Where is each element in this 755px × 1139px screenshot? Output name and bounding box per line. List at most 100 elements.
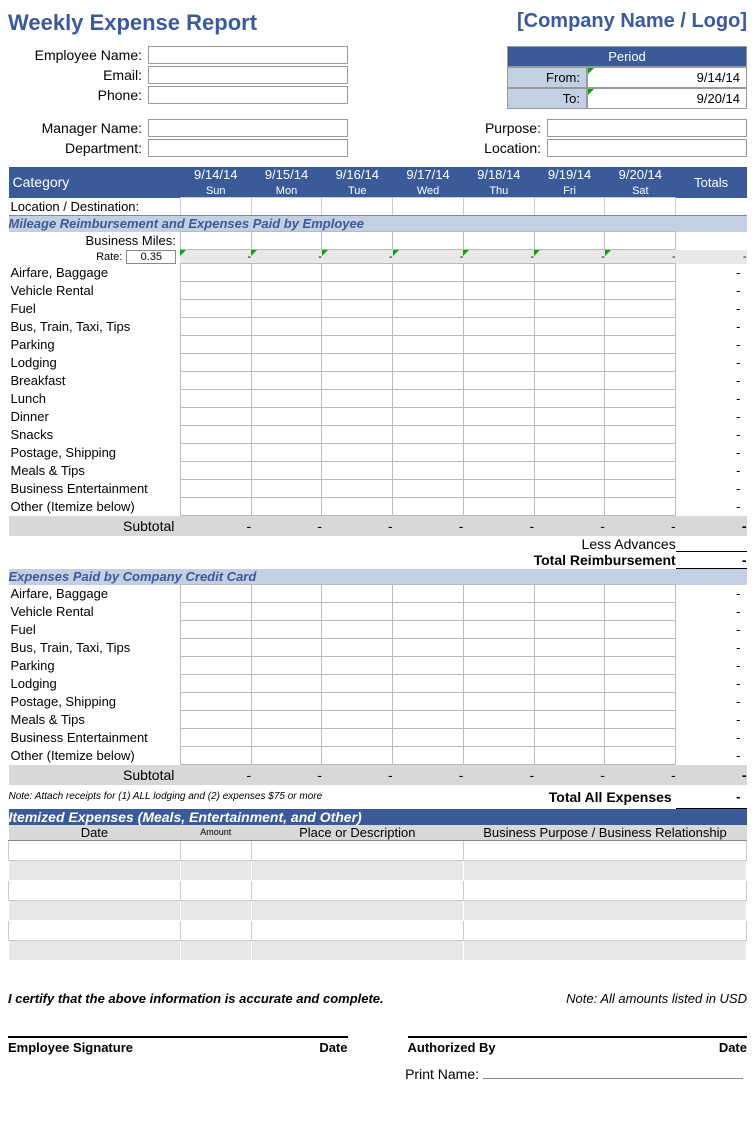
cell[interactable]: [605, 198, 676, 216]
cell[interactable]: [393, 729, 464, 747]
cell[interactable]: [322, 711, 393, 729]
cell[interactable]: [180, 372, 251, 390]
cell[interactable]: [322, 372, 393, 390]
cell[interactable]: [251, 444, 322, 462]
cell[interactable]: [393, 426, 464, 444]
email-input[interactable]: [148, 66, 348, 84]
cell[interactable]: [605, 675, 676, 693]
cell[interactable]: [393, 264, 464, 282]
cell[interactable]: [251, 621, 322, 639]
cell[interactable]: [605, 639, 676, 657]
cell[interactable]: [605, 408, 676, 426]
cell[interactable]: [393, 585, 464, 603]
cell[interactable]: [251, 675, 322, 693]
cell[interactable]: [463, 657, 534, 675]
itemized-row[interactable]: [9, 861, 747, 881]
cell[interactable]: [605, 372, 676, 390]
cell[interactable]: [322, 336, 393, 354]
cell[interactable]: [605, 426, 676, 444]
cell[interactable]: [605, 729, 676, 747]
cell[interactable]: [251, 318, 322, 336]
cell[interactable]: [393, 336, 464, 354]
cell[interactable]: [322, 480, 393, 498]
cell[interactable]: [251, 603, 322, 621]
cell[interactable]: [180, 426, 251, 444]
department-input[interactable]: [148, 139, 348, 157]
cell[interactable]: [463, 300, 534, 318]
cell[interactable]: [463, 232, 534, 250]
cell[interactable]: [534, 282, 605, 300]
cell[interactable]: [534, 585, 605, 603]
itemized-row[interactable]: [9, 841, 747, 861]
manager-input[interactable]: [148, 119, 348, 137]
rate-input[interactable]: 0.35: [126, 250, 176, 264]
cell[interactable]: [605, 300, 676, 318]
location-input[interactable]: [547, 139, 747, 157]
cell[interactable]: [322, 462, 393, 480]
cell[interactable]: [180, 711, 251, 729]
cell[interactable]: [534, 372, 605, 390]
cell[interactable]: [605, 747, 676, 765]
cell[interactable]: [534, 300, 605, 318]
itemized-row[interactable]: [9, 921, 747, 941]
cell[interactable]: [534, 318, 605, 336]
cell[interactable]: [393, 318, 464, 336]
cell[interactable]: [251, 585, 322, 603]
cell[interactable]: [605, 264, 676, 282]
cell[interactable]: [180, 498, 251, 516]
purpose-input[interactable]: [547, 119, 747, 137]
cell[interactable]: [180, 408, 251, 426]
cell[interactable]: [393, 498, 464, 516]
cell[interactable]: [463, 603, 534, 621]
cell[interactable]: [463, 264, 534, 282]
cell[interactable]: [251, 462, 322, 480]
cell[interactable]: [534, 729, 605, 747]
cell[interactable]: [322, 603, 393, 621]
cell[interactable]: [605, 354, 676, 372]
cell[interactable]: [180, 639, 251, 657]
cell[interactable]: [251, 639, 322, 657]
cell[interactable]: [393, 408, 464, 426]
cell[interactable]: [393, 354, 464, 372]
cell[interactable]: [251, 729, 322, 747]
cell[interactable]: [322, 729, 393, 747]
cell[interactable]: [393, 300, 464, 318]
cell[interactable]: [180, 336, 251, 354]
cell[interactable]: [393, 693, 464, 711]
cell[interactable]: [393, 444, 464, 462]
cell[interactable]: [534, 198, 605, 216]
cell[interactable]: [322, 657, 393, 675]
cell[interactable]: [251, 426, 322, 444]
cell[interactable]: [393, 372, 464, 390]
cell[interactable]: [605, 711, 676, 729]
cell[interactable]: [251, 232, 322, 250]
cell[interactable]: [463, 621, 534, 639]
cell[interactable]: [393, 603, 464, 621]
cell[interactable]: [180, 675, 251, 693]
cell[interactable]: [463, 354, 534, 372]
cell[interactable]: [534, 498, 605, 516]
cell[interactable]: [393, 621, 464, 639]
cell[interactable]: [605, 232, 676, 250]
cell[interactable]: [251, 390, 322, 408]
cell[interactable]: [393, 198, 464, 216]
cell[interactable]: [180, 462, 251, 480]
cell[interactable]: [534, 657, 605, 675]
cell[interactable]: [605, 693, 676, 711]
cell[interactable]: [463, 498, 534, 516]
cell[interactable]: [322, 198, 393, 216]
cell[interactable]: [322, 282, 393, 300]
cell[interactable]: [605, 498, 676, 516]
cell[interactable]: [180, 198, 251, 216]
cell[interactable]: [180, 621, 251, 639]
cell[interactable]: [393, 282, 464, 300]
cell[interactable]: [251, 711, 322, 729]
phone-input[interactable]: [148, 86, 348, 104]
cell[interactable]: [393, 462, 464, 480]
cell[interactable]: [180, 585, 251, 603]
cell[interactable]: [322, 300, 393, 318]
cell[interactable]: [322, 639, 393, 657]
cell[interactable]: [534, 711, 605, 729]
itemized-row[interactable]: [9, 881, 747, 901]
cell[interactable]: [463, 729, 534, 747]
